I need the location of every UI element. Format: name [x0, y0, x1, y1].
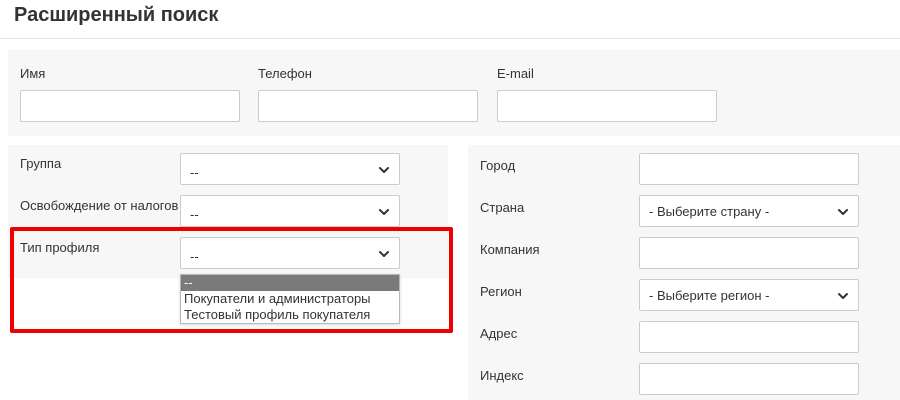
- company-label: Компания: [480, 242, 540, 257]
- dropdown-option[interactable]: Покупатели и администраторы: [181, 291, 399, 307]
- zip-label: Индекс: [480, 368, 524, 383]
- profile-type-label: Тип профиля: [20, 240, 100, 255]
- name-label: Имя: [20, 66, 46, 81]
- country-select[interactable]: - Выберите страну -: [639, 195, 859, 227]
- chevron-down-icon: [838, 209, 848, 215]
- address-label: Адрес: [480, 326, 518, 341]
- email-label: E-mail: [497, 66, 534, 81]
- group-label: Группа: [20, 156, 62, 171]
- chevron-down-icon: [838, 293, 848, 299]
- region-label: Регион: [480, 284, 522, 299]
- address-input[interactable]: [639, 321, 859, 353]
- phone-input[interactable]: [258, 90, 478, 122]
- profile-type-dropdown: -- Покупатели и администраторы Тестовый …: [180, 274, 400, 324]
- tax-exempt-select-value: --: [190, 206, 199, 222]
- chevron-down-icon: [379, 209, 389, 215]
- chevron-down-icon: [379, 251, 389, 257]
- group-select[interactable]: --: [180, 153, 400, 185]
- chevron-down-icon: [379, 167, 389, 173]
- email-input[interactable]: [497, 90, 717, 122]
- country-label: Страна: [480, 200, 525, 215]
- city-input[interactable]: [639, 153, 859, 185]
- company-input[interactable]: [639, 237, 859, 269]
- dropdown-option[interactable]: Тестовый профиль покупателя: [181, 307, 399, 323]
- country-select-value: - Выберите страну -: [649, 203, 770, 219]
- dropdown-option[interactable]: --: [181, 275, 399, 291]
- profile-type-select[interactable]: --: [180, 237, 400, 269]
- tax-exempt-select[interactable]: --: [180, 195, 400, 227]
- region-select[interactable]: - Выберите регион -: [639, 279, 859, 311]
- title-divider: [0, 38, 900, 39]
- region-select-value: - Выберите регион -: [649, 287, 770, 303]
- group-select-value: --: [190, 164, 199, 180]
- page-title: Расширенный поиск: [14, 4, 219, 26]
- city-label: Город: [480, 158, 516, 173]
- phone-label: Телефон: [258, 66, 312, 81]
- zip-input[interactable]: [639, 363, 859, 395]
- profile-type-select-value: --: [190, 248, 199, 264]
- tax-exempt-label: Освобождение от налогов: [20, 198, 179, 213]
- name-input[interactable]: [20, 90, 240, 122]
